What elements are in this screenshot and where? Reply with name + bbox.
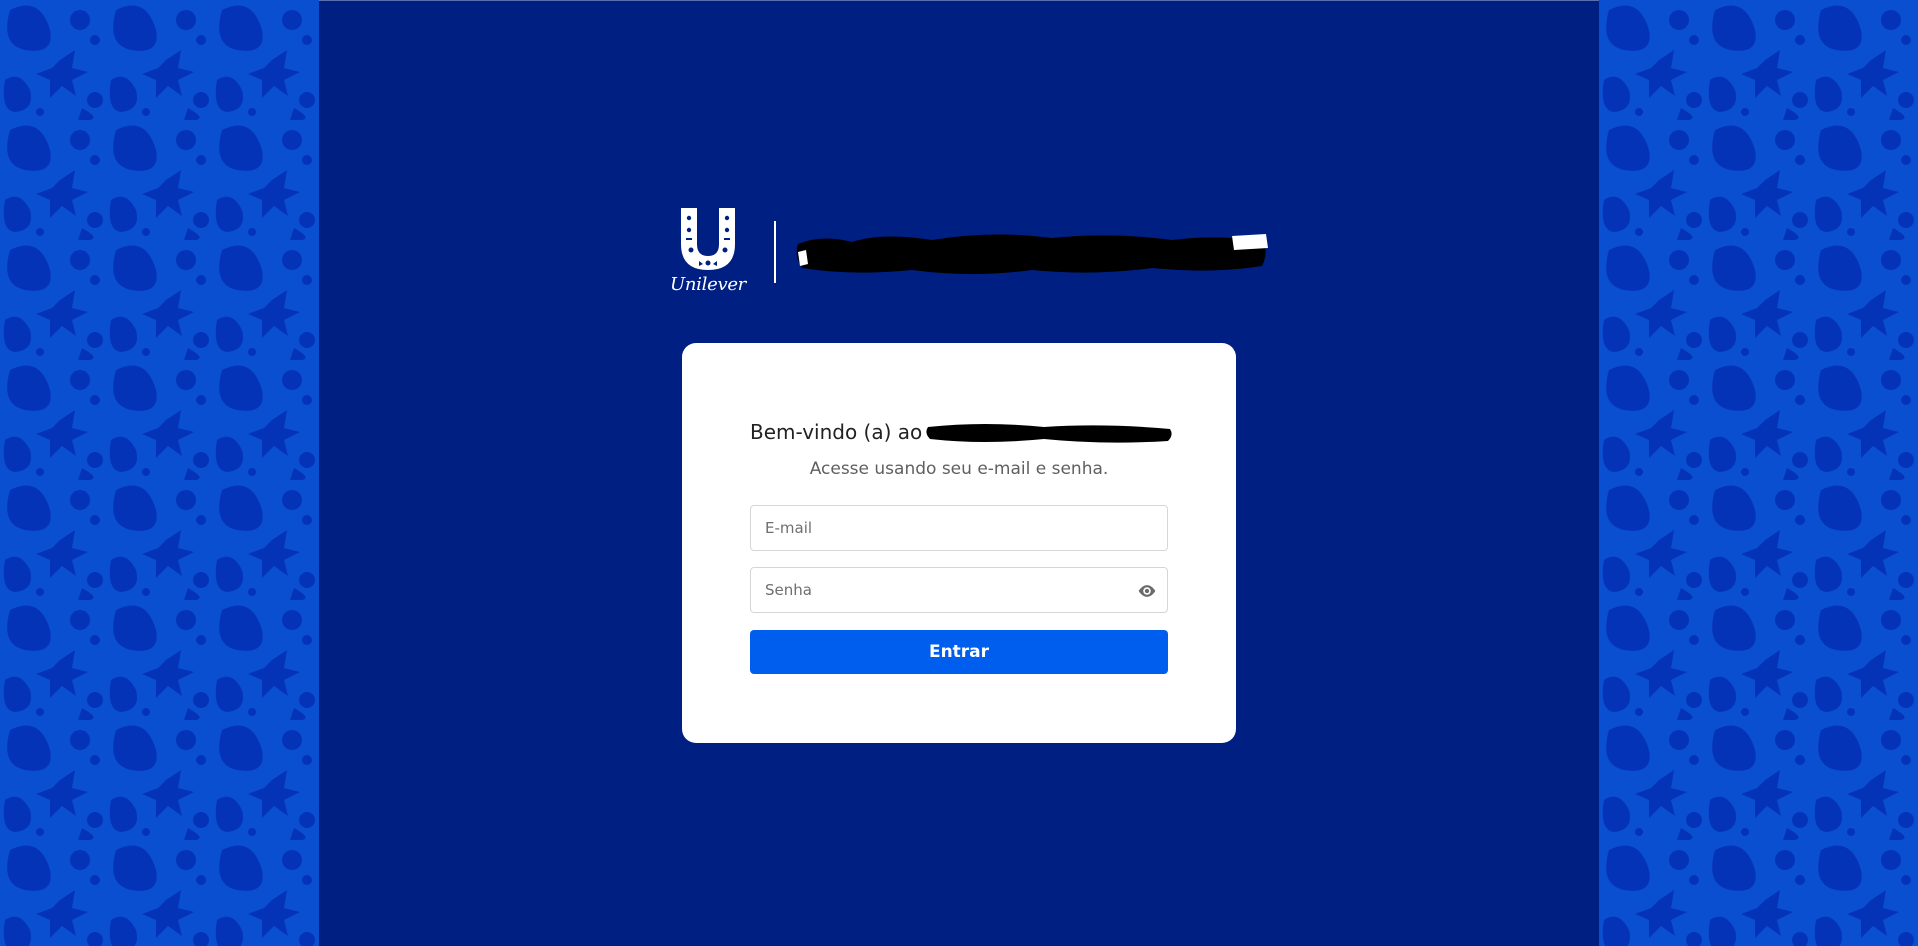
- password-field[interactable]: [750, 567, 1168, 613]
- email-field[interactable]: [750, 505, 1168, 551]
- left-pattern-panel: [0, 0, 319, 946]
- redacted-app-title: [792, 224, 1270, 280]
- floral-pattern-icon: [0, 0, 319, 946]
- floral-pattern-icon: [1599, 0, 1918, 946]
- login-button[interactable]: Entrar: [750, 630, 1168, 674]
- login-subtitle: Acesse usando seu e-mail e senha.: [809, 459, 1109, 479]
- brand-header: Unilever: [668, 206, 1270, 298]
- unilever-u-logo-icon: [681, 208, 735, 270]
- welcome-heading: Bem-vindo (a) ao: [750, 419, 1174, 445]
- unilever-logo: Unilever: [668, 206, 748, 298]
- eye-icon[interactable]: [1137, 581, 1157, 601]
- brand-divider: [774, 221, 776, 283]
- email-input[interactable]: [751, 506, 1167, 550]
- password-input[interactable]: [751, 568, 1167, 612]
- login-card: Bem-vindo (a) ao Acesse usando seu e-mai…: [682, 343, 1236, 743]
- right-pattern-panel: [1599, 0, 1918, 946]
- logo-wordmark: Unilever: [670, 274, 746, 295]
- welcome-text: Bem-vindo (a) ao: [750, 420, 923, 444]
- redacted-app-name: [926, 424, 1172, 443]
